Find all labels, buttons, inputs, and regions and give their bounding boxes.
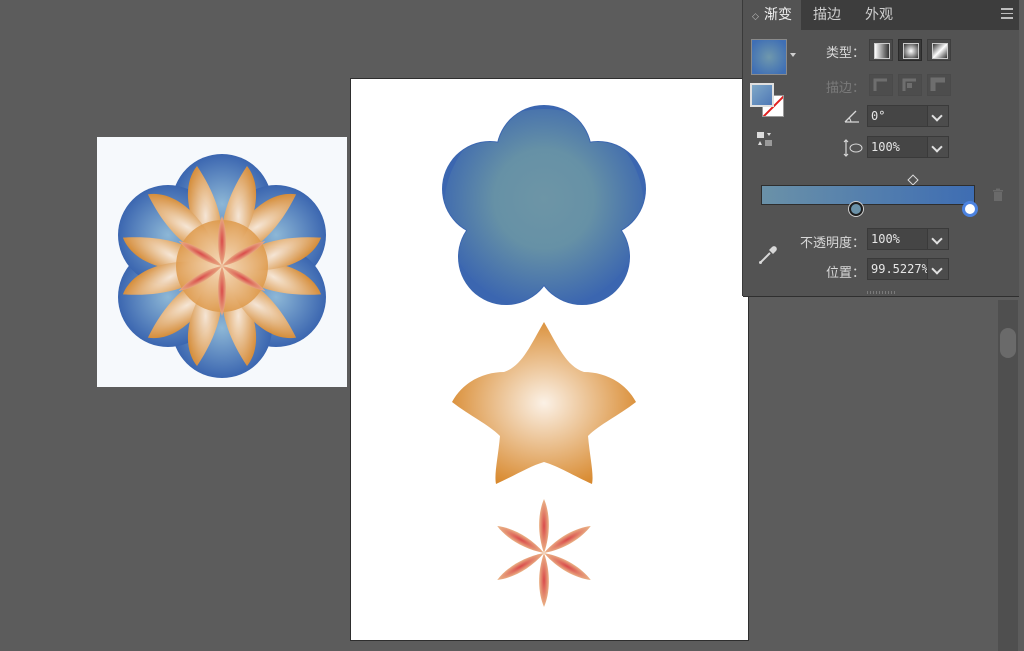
freeform-gradient-button[interactable]: [927, 39, 951, 61]
eyedropper-icon[interactable]: [757, 244, 779, 266]
stroke-label: 描边：: [825, 80, 865, 95]
radial-gradient-button[interactable]: [898, 39, 922, 61]
preview-artboard[interactable]: [97, 137, 347, 387]
opacity-dropdown-icon[interactable]: [927, 229, 948, 249]
gradient-slider[interactable]: [761, 185, 975, 205]
blue-flower: [442, 105, 646, 305]
scrollbar-thumb[interactable]: [1000, 328, 1016, 358]
aspect-ratio-field[interactable]: [867, 136, 949, 158]
angle-input[interactable]: [868, 106, 931, 126]
location-dropdown-icon[interactable]: [927, 259, 948, 279]
angle-field[interactable]: [867, 105, 949, 127]
aspect-dropdown-icon[interactable]: [927, 137, 948, 157]
delete-stop-icon[interactable]: [991, 188, 1005, 202]
main-artboard[interactable]: [351, 79, 748, 640]
tab-appearance-label: 外观: [865, 6, 893, 22]
reverse-gradient-icon[interactable]: [755, 130, 775, 148]
aspect-ratio-icon: [843, 139, 863, 157]
aspect-ratio-input[interactable]: [868, 137, 931, 157]
fill-stroke-selector[interactable]: [750, 83, 790, 123]
gradient-stop-right-selected[interactable]: [962, 201, 978, 217]
tab-appearance[interactable]: 外观: [853, 0, 905, 30]
canvas-workspace[interactable]: ◇ 渐变 描边 外观 类型： 描边： 0° 100% 不透明度： 100% 位置…: [0, 0, 1024, 651]
panel-resize-grip[interactable]: [867, 291, 895, 294]
gradient-panel: ◇ 渐变 描边 外观 类型： 描边： 0° 100% 不透明度： 100% 位置…: [743, 0, 1019, 296]
tab-gradient-label: 渐变: [763, 6, 792, 22]
tab-gradient[interactable]: ◇ 渐变: [743, 0, 801, 30]
location-label: 位置：: [825, 265, 865, 280]
fill-swatch[interactable]: [750, 83, 774, 107]
panel-tabbar: ◇ 渐变 描边 外观: [743, 0, 1019, 30]
gradient-swatch[interactable]: [751, 39, 787, 75]
angle-icon: [844, 110, 859, 123]
panel-menu-icon[interactable]: [1001, 8, 1013, 20]
combined-flower-preview: [118, 154, 326, 378]
angle-dropdown-icon[interactable]: [927, 106, 948, 126]
location-field[interactable]: [867, 258, 949, 280]
tab-stroke-label: 描边: [813, 6, 841, 22]
stroke-along-button[interactable]: [898, 74, 922, 96]
swatch-dropdown-icon[interactable]: [790, 53, 796, 57]
opacity-input[interactable]: [868, 229, 931, 249]
linear-gradient-button[interactable]: [869, 39, 893, 61]
red-flower: [497, 499, 591, 607]
location-input[interactable]: [868, 259, 931, 279]
orange-flower: [452, 322, 636, 484]
gradient-stop-left[interactable]: [849, 202, 863, 216]
flower-shapes: [442, 105, 646, 607]
opacity-field[interactable]: [867, 228, 949, 250]
stroke-within-button[interactable]: [869, 74, 893, 96]
tab-stroke[interactable]: 描边: [801, 0, 853, 30]
gradient-midpoint-handle[interactable]: [907, 174, 919, 186]
opacity-label: 不透明度：: [799, 235, 865, 250]
collapse-icon[interactable]: ◇: [752, 11, 759, 21]
type-label: 类型：: [825, 45, 865, 60]
stroke-across-button[interactable]: [927, 74, 951, 96]
